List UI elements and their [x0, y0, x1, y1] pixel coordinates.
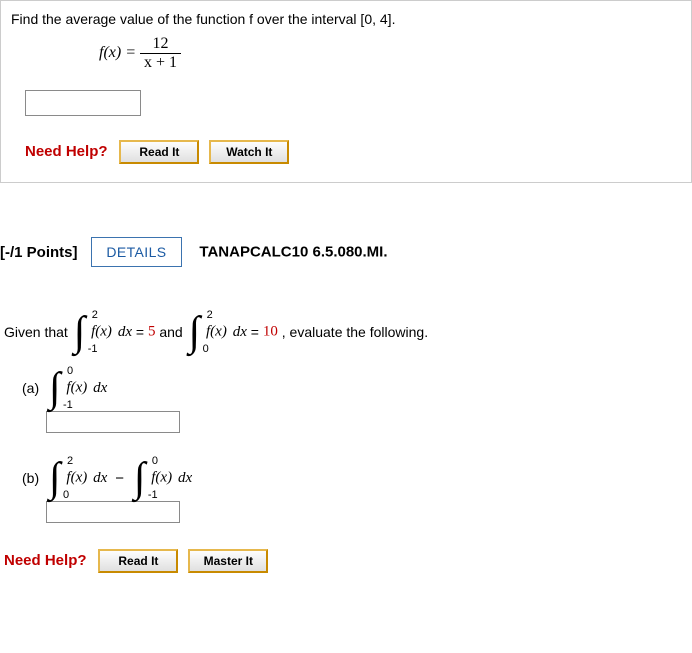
a-int-lower: -1	[63, 399, 73, 411]
integral-symbol: ∫	[74, 313, 86, 351]
func-lhs: f(x) =	[99, 44, 136, 61]
part-a: (a) ∫ 0 -1 f(x) dx	[22, 369, 692, 407]
int1-body: f(x)	[91, 324, 112, 340]
b-int2-dx: dx	[178, 470, 192, 486]
question-1-box: Find the average value of the function f…	[0, 0, 692, 183]
given-line: Given that ∫ 2 -1 f(x) dx = 5 and ∫ 2 0 …	[4, 313, 692, 351]
minus-sign: −	[115, 470, 124, 487]
question-1-prompt: Find the average value of the function f…	[11, 11, 681, 27]
b-int1-body: f(x)	[66, 470, 87, 486]
b-int2-upper: 0	[152, 455, 158, 467]
int1-upper: 2	[92, 309, 98, 321]
master-it-button[interactable]: Master It	[188, 549, 268, 573]
int2-dx: dx	[233, 324, 247, 340]
details-button[interactable]: DETAILS	[91, 237, 181, 267]
question-1-function: f(x) = 12 x + 1	[99, 35, 681, 72]
b-int2-body: f(x)	[151, 470, 172, 486]
a-int-body: f(x)	[66, 380, 87, 396]
part-a-answer-input[interactable]	[46, 411, 180, 433]
integral-2: ∫ 2 0	[189, 313, 201, 351]
b-int1-lower: 0	[63, 489, 69, 501]
part-b-integral-2: ∫ 0 -1	[134, 459, 146, 497]
read-it-button[interactable]: Read It	[119, 140, 199, 164]
part-a-label: (a)	[22, 380, 39, 396]
reference-code: TANAPCALC10 6.5.080.MI.	[199, 244, 387, 261]
points-label: [-/1 Points]	[0, 244, 78, 261]
integral-symbol: ∫	[49, 369, 61, 407]
q1-answer-input[interactable]	[25, 90, 141, 116]
integral-1: ∫ 2 -1	[74, 313, 86, 351]
a-int-upper: 0	[67, 365, 73, 377]
part-b-answer-input[interactable]	[46, 501, 180, 523]
need-help-row: Need Help? Read It Watch It	[25, 140, 681, 164]
part-b: (b) ∫ 2 0 f(x) dx − ∫ 0 -1 f(x) dx	[22, 459, 692, 497]
int1-eq: =	[136, 324, 148, 340]
watch-it-button[interactable]: Watch It	[209, 140, 289, 164]
need-help-row-2: Need Help? Read It Master It	[4, 549, 692, 573]
int2-lower: 0	[203, 343, 209, 355]
integral-symbol: ∫	[189, 313, 201, 351]
b-int1-dx: dx	[93, 470, 107, 486]
question-2-box: Given that ∫ 2 -1 f(x) dx = 5 and ∫ 2 0 …	[4, 313, 692, 573]
part-b-label: (b)	[22, 470, 39, 486]
int2-body: f(x)	[206, 324, 227, 340]
read-it-button-2[interactable]: Read It	[98, 549, 178, 573]
fraction: 12 x + 1	[140, 35, 181, 72]
fraction-numerator: 12	[140, 35, 181, 53]
b-int1-upper: 2	[67, 455, 73, 467]
int1-val: 5	[148, 324, 156, 340]
given-post: , evaluate the following.	[282, 324, 428, 340]
integral-symbol: ∫	[49, 459, 61, 497]
part-b-integral-1: ∫ 2 0	[49, 459, 61, 497]
and-text: and	[159, 324, 186, 340]
given-pre: Given that	[4, 324, 72, 340]
need-help-label: Need Help?	[25, 143, 108, 160]
integral-symbol: ∫	[134, 459, 146, 497]
part-a-integral: ∫ 0 -1	[49, 369, 61, 407]
b-int2-lower: -1	[148, 489, 158, 501]
int1-dx: dx	[118, 324, 132, 340]
a-int-dx: dx	[93, 380, 107, 396]
int2-upper: 2	[207, 309, 213, 321]
need-help-label-2: Need Help?	[4, 552, 87, 569]
int2-val: 10	[263, 324, 278, 340]
int1-lower: -1	[88, 343, 98, 355]
int2-eq: =	[251, 324, 263, 340]
question-2-header: [-/1 Points] DETAILS TANAPCALC10 6.5.080…	[0, 231, 692, 273]
fraction-denominator: x + 1	[140, 53, 181, 72]
